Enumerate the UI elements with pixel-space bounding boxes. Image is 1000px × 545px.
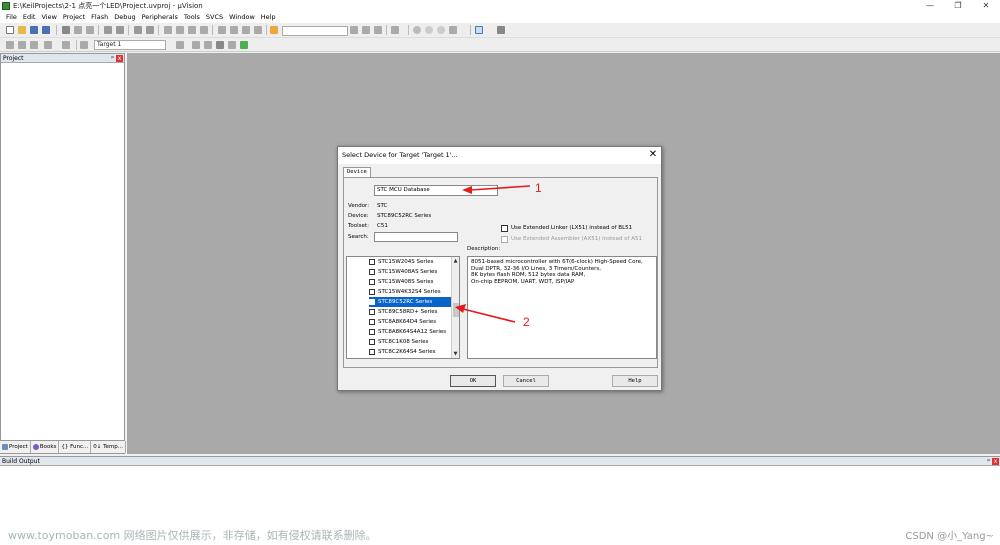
annotation-arrow-2 [455, 304, 516, 323]
annotation-label-1: 1 [535, 181, 542, 195]
annotation-label-2: 2 [523, 315, 530, 329]
annotation-overlay [455, 185, 531, 323]
annotation-arrow-1 [462, 185, 531, 194]
watermark-text: www.toymoban.com 网络图片仅供展示，非存储，如有侵权请联系删除。 [8, 529, 377, 542]
csdn-watermark: CSDN @小_Yang~ [905, 531, 994, 542]
